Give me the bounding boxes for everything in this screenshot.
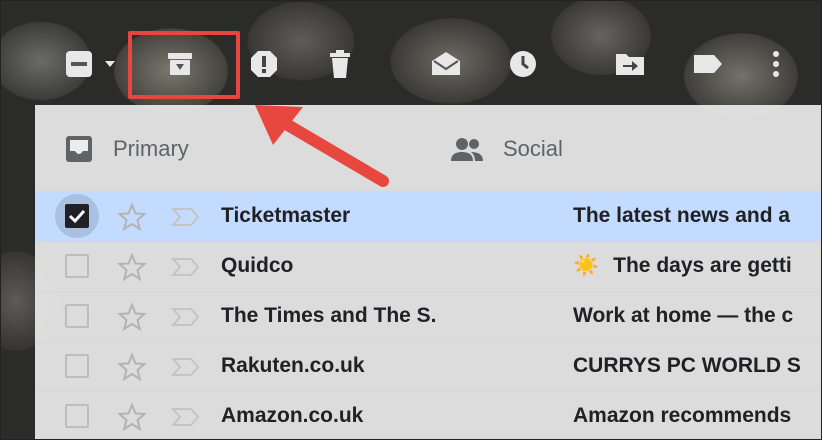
move-to-button[interactable] xyxy=(611,45,649,83)
importance-marker-icon[interactable] xyxy=(171,306,201,328)
exclamation-icon xyxy=(251,51,277,77)
row-checkbox[interactable] xyxy=(65,304,89,328)
more-button[interactable] xyxy=(761,45,791,83)
clock-icon xyxy=(510,51,536,77)
archive-highlight-box xyxy=(128,31,240,99)
tab-primary[interactable]: Primary xyxy=(63,133,189,165)
check-icon xyxy=(68,209,86,224)
report-spam-button[interactable] xyxy=(245,45,283,83)
email-row-the-times[interactable]: The Times and The S. Work at home — the … xyxy=(35,291,821,341)
inbox-panel: Primary Social Ticketmaster The latest n… xyxy=(35,105,821,439)
label-icon xyxy=(694,55,722,73)
mark-as-read-button[interactable] xyxy=(427,45,465,83)
email-subject: ☀️ The days are getti xyxy=(573,254,821,278)
trash-icon xyxy=(330,50,350,78)
delete-button[interactable] xyxy=(321,45,359,83)
star-icon[interactable] xyxy=(117,202,147,232)
star-icon[interactable] xyxy=(117,402,147,432)
minus-checkbox-icon xyxy=(66,51,115,77)
email-row-amazon[interactable]: Amazon.co.uk Amazon recommends xyxy=(35,391,821,439)
star-icon[interactable] xyxy=(117,252,147,282)
email-subject-text: The days are getti xyxy=(613,254,792,277)
category-tabs: Primary Social xyxy=(35,105,821,191)
email-list: Ticketmaster The latest news and a Quidc… xyxy=(35,191,821,439)
email-sender: Rakuten.co.uk xyxy=(221,354,365,377)
email-sender: Amazon.co.uk xyxy=(221,404,364,427)
email-row-rakuten[interactable]: Rakuten.co.uk CURRYS PC WORLD S xyxy=(35,341,821,391)
tab-social-label: Social xyxy=(503,136,563,161)
email-row-ticketmaster[interactable]: Ticketmaster The latest news and a xyxy=(35,191,821,241)
email-subject: Work at home — the c xyxy=(573,304,794,327)
star-icon[interactable] xyxy=(117,352,147,382)
folder-move-icon xyxy=(616,54,644,75)
people-icon xyxy=(451,138,483,161)
snooze-button[interactable] xyxy=(504,45,542,83)
sun-emoji-icon: ☀️ xyxy=(573,254,600,277)
select-all-checkbox[interactable] xyxy=(61,45,121,83)
open-envelope-icon xyxy=(432,52,460,75)
email-row-quidco[interactable]: Quidco ☀️ The days are getti xyxy=(35,241,821,291)
row-checkbox[interactable] xyxy=(65,254,89,278)
inbox-icon xyxy=(66,136,92,162)
row-checkbox[interactable] xyxy=(65,204,89,228)
labels-button[interactable] xyxy=(689,45,727,83)
email-sender: The Times and The S. xyxy=(221,304,437,327)
email-sender: Ticketmaster xyxy=(221,204,351,227)
importance-marker-icon[interactable] xyxy=(171,256,201,278)
more-vert-icon xyxy=(773,51,779,77)
row-checkbox[interactable] xyxy=(65,404,89,428)
email-subject: Amazon recommends xyxy=(573,404,792,427)
pointer-arrow-icon xyxy=(255,105,389,187)
toolbar xyxy=(1,1,821,106)
tab-primary-label: Primary xyxy=(113,136,189,161)
email-subject: The latest news and a xyxy=(573,204,791,227)
star-icon[interactable] xyxy=(117,302,147,332)
gmail-window: Primary Social Ticketmaster The latest n… xyxy=(0,0,822,440)
importance-marker-icon[interactable] xyxy=(171,206,201,228)
tab-social[interactable]: Social xyxy=(449,133,563,165)
importance-marker-icon[interactable] xyxy=(171,356,201,378)
importance-marker-icon[interactable] xyxy=(171,406,201,428)
email-sender: Quidco xyxy=(221,254,294,277)
row-checkbox[interactable] xyxy=(65,354,89,378)
email-subject: CURRYS PC WORLD S xyxy=(573,354,801,377)
